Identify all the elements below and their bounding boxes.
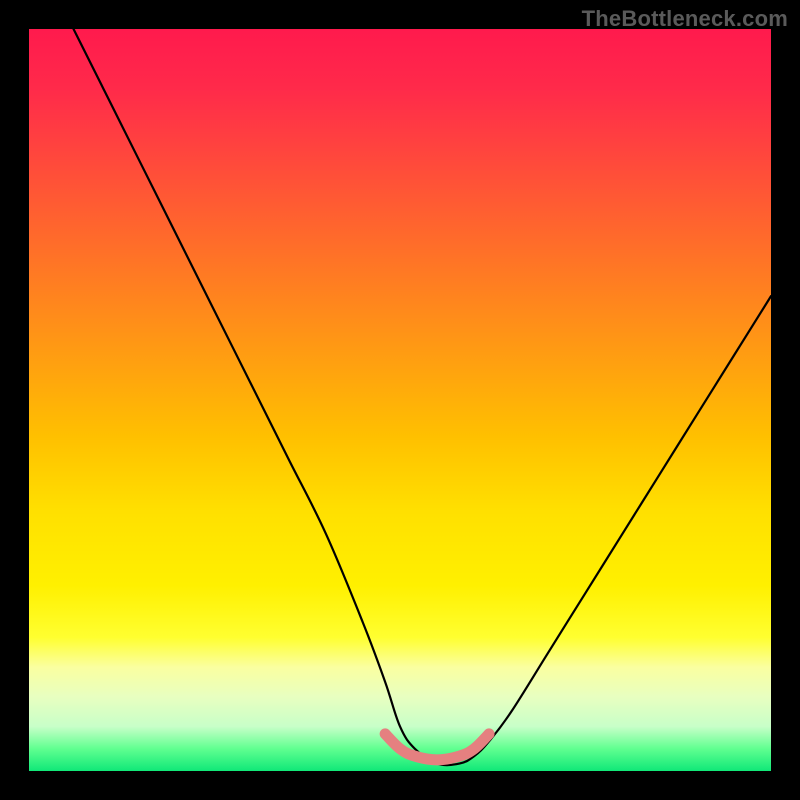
chart-frame: TheBottleneck.com — [0, 0, 800, 800]
curve-layer — [29, 29, 771, 771]
plot-area — [29, 29, 771, 771]
bottleneck-curve — [74, 29, 771, 765]
watermark-text: TheBottleneck.com — [582, 6, 788, 32]
